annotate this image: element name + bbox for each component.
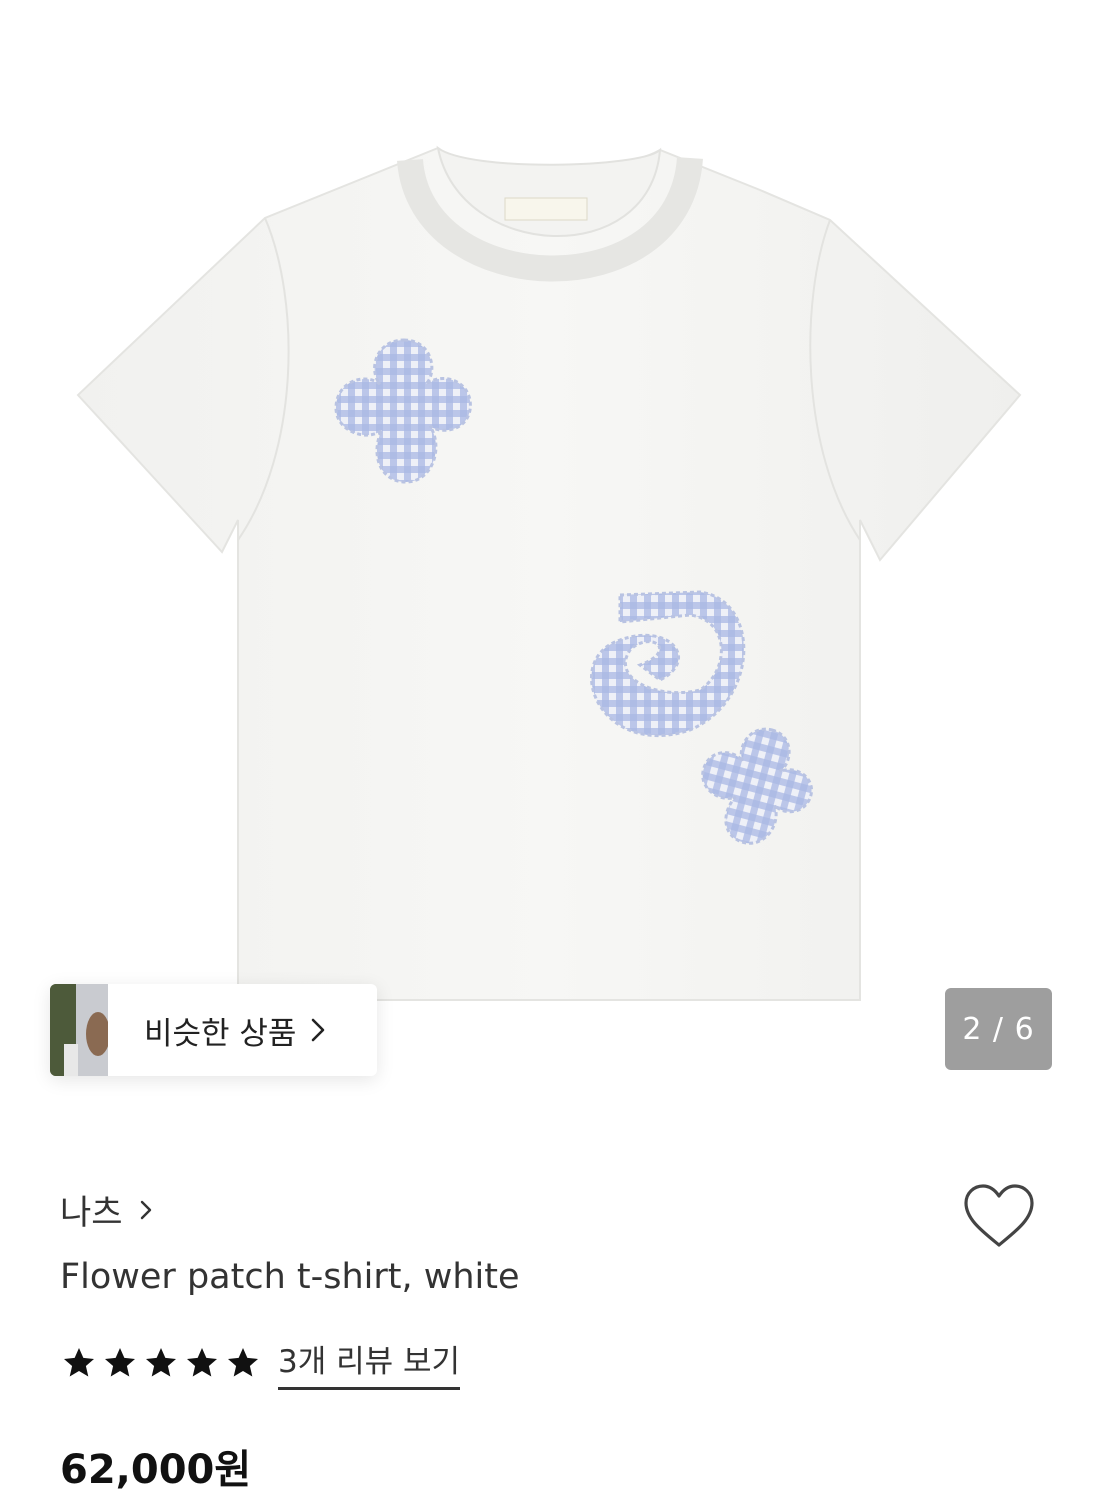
wishlist-heart-button[interactable]: [962, 1183, 1036, 1249]
chevron-right-icon: [139, 1198, 153, 1222]
product-page: 비슷한 상품 2 / 6 나츠 Flower patch t-shirt, wh…: [0, 0, 1099, 1500]
product-price: 62,000원: [60, 1447, 252, 1493]
rating-stars: [60, 1345, 262, 1381]
image-page-counter: 2 / 6: [945, 988, 1052, 1070]
similar-product-thumbnail: [50, 984, 108, 1076]
product-image-gallery[interactable]: 비슷한 상품 2 / 6: [0, 0, 1099, 1100]
chevron-right-icon: [310, 1017, 326, 1043]
brand-link[interactable]: 나츠: [60, 1185, 153, 1234]
rating-row: 3개 리뷰 보기: [60, 1336, 461, 1390]
product-image: [76, 145, 1022, 1001]
star-icon: [187, 1348, 217, 1377]
star-icon: [228, 1348, 258, 1377]
product-title: Flower patch t-shirt, white: [60, 1257, 520, 1297]
similar-products-label: 비슷한 상품: [144, 1015, 297, 1052]
brand-name: 나츠: [60, 1193, 123, 1233]
star-icon: [64, 1348, 94, 1377]
heart-icon: [964, 1184, 1034, 1247]
star-icon: [105, 1348, 135, 1377]
similar-products-button[interactable]: 비슷한 상품: [50, 984, 377, 1076]
star-icon: [146, 1348, 176, 1377]
review-link[interactable]: 3개 리뷰 보기: [278, 1336, 461, 1390]
